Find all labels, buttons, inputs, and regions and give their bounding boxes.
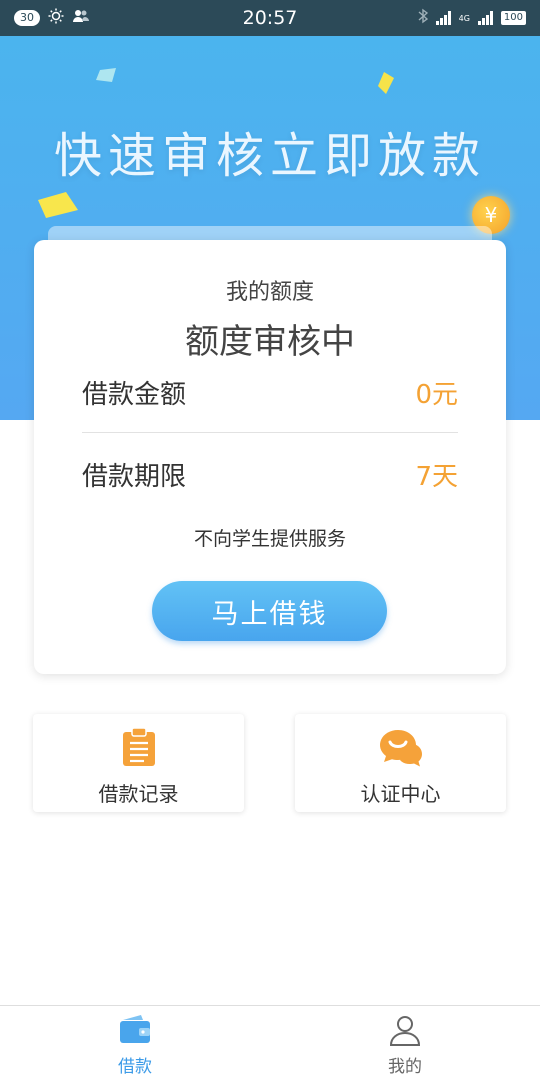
loan-amount-label: 借款金额 <box>82 379 187 410</box>
battery-icon: 100 <box>500 11 526 25</box>
loan-records-tile[interactable]: 借款记录 <box>33 714 244 812</box>
confetti-decoration <box>38 192 78 218</box>
status-left-icons: 30 <box>14 8 90 28</box>
signal-strength-icon <box>435 11 451 25</box>
loan-records-label: 借款记录 <box>98 782 179 806</box>
divider <box>82 432 458 433</box>
borrow-now-button[interactable]: 马上借钱 <box>152 581 387 641</box>
tab-borrow[interactable]: 借款 <box>0 1006 270 1080</box>
quota-status: 额度审核中 <box>185 322 355 362</box>
tab-mine-label: 我的 <box>388 1057 422 1077</box>
network-type-label: 4G <box>458 13 470 23</box>
contacts-icon <box>72 8 90 28</box>
user-icon <box>270 1014 540 1046</box>
notification-count-badge: 30 <box>14 10 40 26</box>
quota-subtitle: 我的额度 <box>225 280 314 305</box>
signal-strength-icon-2 <box>477 11 493 25</box>
loan-amount-value: 0元 <box>415 379 458 410</box>
tab-borrow-label: 借款 <box>118 1057 152 1077</box>
certification-center-label: 认证中心 <box>360 782 441 806</box>
bluetooth-icon <box>418 8 428 28</box>
loan-term-row: 借款期限 7天 <box>82 454 458 494</box>
bottom-tab-bar: 借款 我的 <box>0 1005 540 1080</box>
loan-term-value: 7天 <box>415 461 458 492</box>
brightness-icon <box>48 8 64 28</box>
loan-amount-row: 借款金额 0元 <box>82 372 458 412</box>
hero-title: 快速审核立即放款 <box>53 128 486 184</box>
wallet-icon <box>0 1014 270 1046</box>
student-notice: 不向学生提供服务 <box>193 528 346 550</box>
chat-bubble-icon <box>295 728 506 768</box>
confetti-decoration <box>378 72 394 94</box>
clipboard-icon <box>33 728 244 768</box>
tab-mine[interactable]: 我的 <box>270 1006 540 1080</box>
certification-center-tile[interactable]: 认证中心 <box>295 714 506 812</box>
loan-term-label: 借款期限 <box>82 461 187 492</box>
status-bar: 30 20:57 4G 100 <box>0 0 540 36</box>
quota-card: 我的额度 额度审核中 借款金额 0元 借款期限 7天 不向学生提供服务 马上借钱 <box>34 240 506 674</box>
status-right-icons: 4G 100 <box>418 8 526 28</box>
confetti-decoration <box>96 68 116 82</box>
